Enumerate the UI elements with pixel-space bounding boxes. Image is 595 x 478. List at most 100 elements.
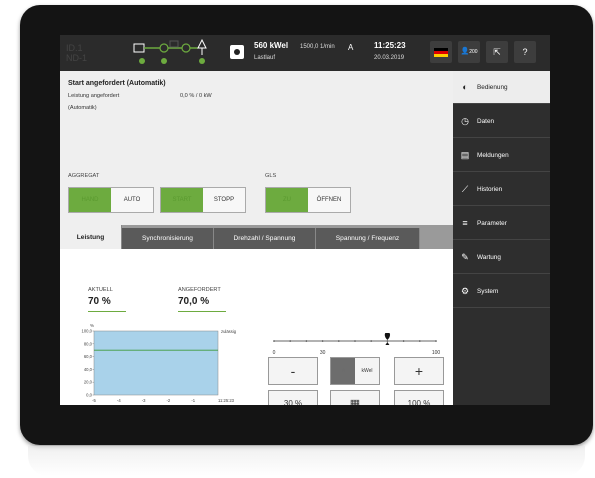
allowed-area <box>93 330 219 396</box>
setpoint-marker-icon <box>384 333 391 340</box>
export-button[interactable]: ⇱ <box>486 41 508 63</box>
start-stop-toggle[interactable]: START STOPP <box>160 187 246 213</box>
menu-item-wartung[interactable]: ✎ Wartung <box>453 241 550 274</box>
sliders-icon: ≡ <box>462 218 468 228</box>
status-line-1: Leistung angefordert <box>68 93 120 99</box>
status-line-1-value: 0,0 % / 0 kW <box>180 93 212 99</box>
slider-tick <box>354 340 356 342</box>
dial-icon: ◐ <box>462 82 468 92</box>
gls-open-button[interactable]: ÖFFNEN <box>308 188 350 212</box>
status-line-2: (Automatik) <box>68 105 97 111</box>
requested-label: ANGEFORDERT <box>178 287 221 293</box>
menu-item-daten[interactable]: ◷ Daten <box>453 105 550 138</box>
rpm-readout: 1500,0 1/min <box>300 44 335 50</box>
gls-label: GLS <box>265 173 277 179</box>
logo-line-1: ID.1 <box>66 43 83 53</box>
engine-icon <box>230 45 244 59</box>
legend-allowed: zulässig <box>221 329 237 334</box>
german-flag-icon <box>434 48 448 57</box>
menu-item-historien[interactable]: ⟋ Historien <box>453 173 550 206</box>
menu-item-label: Meldungen <box>477 151 509 159</box>
x-tick-label: -5 <box>92 398 96 403</box>
actual-label: AKTUELL <box>88 287 113 293</box>
menu-item-label: Historien <box>477 185 503 193</box>
clock-date: 20.03.2019 <box>374 55 405 61</box>
y-tick-label: 80,0 <box>84 341 93 346</box>
power-chart: %100,0 80,0 60,0 40,0 20,0 0,0-5 -4 -3 -2 -1 11:25… <box>82 323 237 403</box>
export-icon: ⇱ <box>493 47 501 57</box>
user-icon: 👤 <box>460 48 470 55</box>
start-button[interactable]: START <box>161 188 203 212</box>
menu-item-parameter[interactable]: ≡ Parameter <box>453 207 550 240</box>
screen: ID.1 ND-1 560 kWel Lastlauf 1500,0 1/min… <box>60 35 550 405</box>
slider-tick <box>321 340 324 342</box>
aggregat-label: AGGREGAT <box>68 173 100 179</box>
logo: ID.1 ND-1 <box>66 43 114 63</box>
decrease-button[interactable]: - <box>268 357 318 385</box>
actual-value: 70 % <box>88 296 111 307</box>
slider-tick <box>273 340 275 342</box>
document-icon: ▤ <box>460 149 470 160</box>
tab-bar: Leistung Synchronisierung Drehzahl / Spa… <box>60 225 453 249</box>
wrench-icon: ✎ <box>461 251 469 262</box>
menu-item-label: System <box>477 287 499 295</box>
gears-icon: ⚙ <box>460 285 470 296</box>
menu-item-bedienung[interactable]: ◐ Bedienung <box>453 71 550 104</box>
clock-time: 11:25:23 <box>374 41 406 50</box>
language-button[interactable] <box>430 41 452 63</box>
status-title: Start angefordert (Automatik) <box>68 80 166 87</box>
gauge-icon: ◷ <box>461 115 469 126</box>
y-tick-label: 40,0 <box>84 367 93 372</box>
slider-tick <box>402 340 405 342</box>
gls-close-button[interactable]: ZU <box>266 188 308 212</box>
y-tick-label: 20,0 <box>84 380 93 385</box>
tablet-reflection <box>28 446 585 476</box>
preset-100-button[interactable]: 100 % <box>394 390 444 405</box>
menu-item-meldungen[interactable]: ▤ Meldungen <box>453 139 550 172</box>
slider-tick <box>305 340 308 342</box>
gls-toggle[interactable]: ZU ÖFFNEN <box>265 187 351 213</box>
current-readout: A <box>348 43 354 52</box>
user-button[interactable]: 👤200 <box>458 41 480 63</box>
stop-button[interactable]: STOPP <box>203 188 245 212</box>
tab-leistung[interactable]: Leistung <box>60 225 122 249</box>
slider-tick <box>435 340 437 342</box>
y-tick-label: 100,0 <box>82 329 93 334</box>
aggregat-mode-toggle[interactable]: HAND AUTO <box>68 187 154 213</box>
menu-item-system[interactable]: ⚙ System <box>453 275 550 308</box>
unit-kw-button[interactable]: kWel <box>355 358 379 384</box>
y-tick-label: 60,0 <box>84 354 93 359</box>
menu-item-label: Bedienung <box>477 83 508 91</box>
slider-tick-label: 100 <box>432 350 440 356</box>
help-button[interactable]: ? <box>514 41 536 63</box>
preset-30-button[interactable]: 30 % <box>268 390 318 405</box>
keypad-button[interactable]: ▦ <box>330 390 380 405</box>
requested-underline <box>178 311 226 312</box>
status-bar: ID.1 ND-1 560 kWel Lastlauf 1500,0 1/min… <box>60 35 550 71</box>
x-tick-label: 11:25:23 <box>218 398 235 403</box>
plant-topology-icon <box>133 39 207 64</box>
aggregat-auto-button[interactable]: AUTO <box>111 188 153 212</box>
x-tick-label: -3 <box>142 398 146 403</box>
slider-tick <box>419 340 421 342</box>
tab-drehzahl-spannung[interactable]: Drehzahl / Spannung <box>214 228 316 249</box>
increase-button[interactable]: + <box>394 357 444 385</box>
unit-toggle[interactable]: % kWel <box>330 357 380 385</box>
x-tick-label: -2 <box>167 398 171 403</box>
user-level: 200 <box>469 49 478 55</box>
unit-percent-button[interactable]: % <box>331 358 355 384</box>
tab-synchronisierung[interactable]: Synchronisierung <box>122 228 214 249</box>
x-tick-label: -4 <box>117 398 121 403</box>
logo-line-2: ND-1 <box>66 53 88 63</box>
tab-content-leistung: AKTUELL 70 % ANGEFORDERT 70,0 % % 100,0 80… <box>60 249 453 405</box>
menu-item-label: Daten <box>477 117 495 125</box>
actual-marker-icon <box>385 342 390 345</box>
aggregat-hand-button[interactable]: HAND <box>69 188 111 212</box>
slider-tick <box>289 340 291 342</box>
power-readout: 560 kWel <box>254 41 289 50</box>
menu-item-label: Wartung <box>477 253 501 261</box>
power-mode: Lastlauf <box>254 55 276 61</box>
actual-underline <box>88 311 126 312</box>
tab-spannung-frequenz[interactable]: Spannung / Frequenz <box>316 228 420 249</box>
slider-tick <box>338 340 340 342</box>
